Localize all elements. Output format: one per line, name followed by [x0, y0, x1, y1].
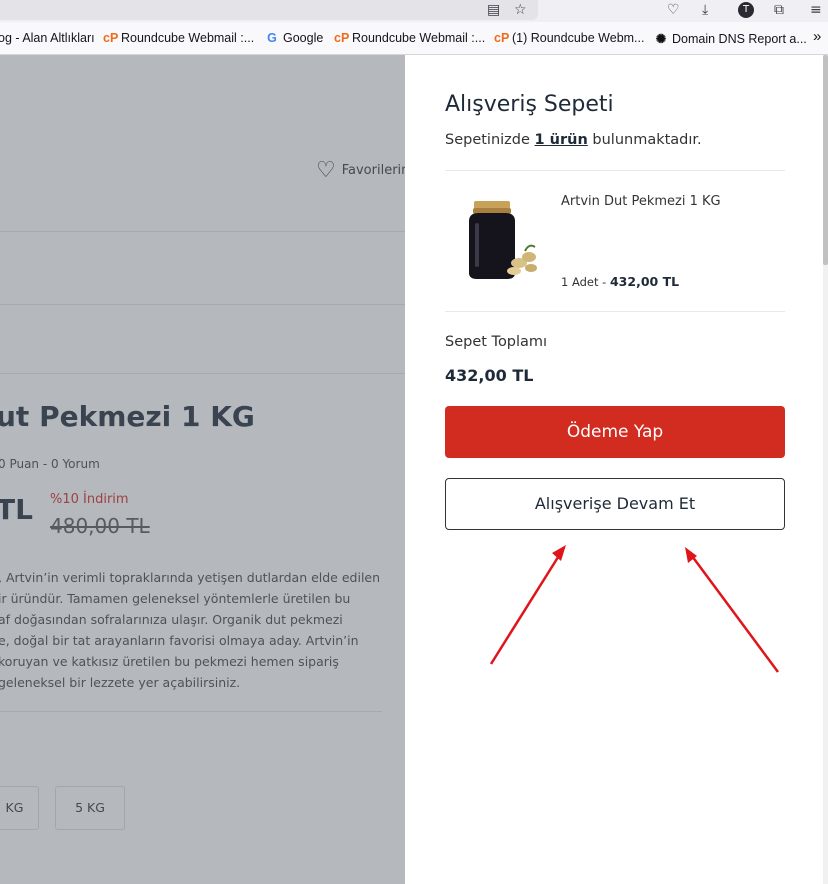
divider [445, 170, 785, 171]
bookmark-label: Roundcube Webmail :... [352, 31, 486, 45]
modal-backdrop[interactable] [0, 55, 405, 884]
cpanel-icon: cP [334, 31, 350, 45]
bookmark-label: Domain DNS Report a... [672, 32, 807, 46]
bookmark-item[interactable]: cP Roundcube Webmail :... [103, 31, 254, 45]
cart-item-price: 432,00 TL [609, 274, 680, 289]
cart-subtitle-text: bulunmaktadır. [587, 132, 702, 148]
divider [445, 311, 785, 312]
account-avatar[interactable]: T [738, 2, 754, 18]
google-icon: G [267, 31, 277, 45]
cart-subtitle: Sepetinizde 1 ürün bulunmaktadır. [445, 132, 702, 148]
browser-toolbar: ▤ ☆ ♡ ⤓ T ⧉ ≡ [0, 0, 828, 22]
reader-view-icon[interactable]: ▤ [487, 1, 500, 19]
download-icon[interactable]: ⤓ [702, 1, 708, 19]
extensions-icon[interactable]: ⧉ [774, 1, 784, 19]
cpanel-icon: cP [103, 31, 119, 45]
bookmark-label: Google [283, 31, 324, 45]
cart-item-name[interactable]: Artvin Dut Pekmezi 1 KG [561, 194, 721, 209]
bookmark-item[interactable]: ✺ Domain DNS Report a... [654, 31, 807, 46]
cart-title: Alışveriş Sepeti [445, 92, 614, 117]
cart-item-qty-text: 1 Adet - [561, 275, 610, 289]
bookmark-label: og - Alan Altlıkları [0, 31, 95, 45]
checkout-button[interactable]: Ödeme Yap [445, 406, 785, 458]
bookmarks-bar: og - Alan Altlıkları cP Roundcube Webmail… [0, 22, 828, 55]
cart-drawer: Alışveriş Sepeti Sepetinizde 1 ürün bulu… [405, 55, 823, 884]
cart-item-quantity: 1 Adet - 432,00 TL [561, 274, 679, 289]
bookmark-item[interactable]: cP Roundcube Webmail :... [334, 31, 485, 45]
cart-total-label: Sepet Toplamı [445, 334, 548, 350]
pocket-icon[interactable]: ♡ [667, 1, 680, 19]
cart-subtitle-text: Sepetinizde [445, 132, 535, 148]
bookmark-item[interactable]: cP (1) Roundcube Webm... [494, 31, 644, 45]
menu-icon[interactable]: ≡ [810, 1, 822, 19]
dns-icon: ✺ [655, 32, 667, 46]
bookmark-star-icon[interactable]: ☆ [514, 1, 527, 19]
address-bar[interactable] [0, 0, 538, 20]
scrollbar-thumb[interactable] [823, 55, 828, 265]
bookmark-label: (1) Roundcube Webm... [512, 31, 645, 45]
bookmark-item[interactable]: G Google [265, 31, 323, 45]
bookmark-item[interactable]: og - Alan Altlıkları [0, 31, 95, 45]
bookmarks-overflow-button[interactable]: » [813, 28, 821, 45]
product-thumbnail[interactable] [449, 193, 541, 285]
cart-item-count: 1 ürün [534, 132, 588, 148]
bookmark-label: Roundcube Webmail :... [121, 31, 255, 45]
cart-total-value: 432,00 TL [445, 366, 534, 385]
continue-shopping-button[interactable]: Alışverişe Devam Et [445, 478, 785, 530]
cpanel-icon: cP [494, 31, 510, 45]
